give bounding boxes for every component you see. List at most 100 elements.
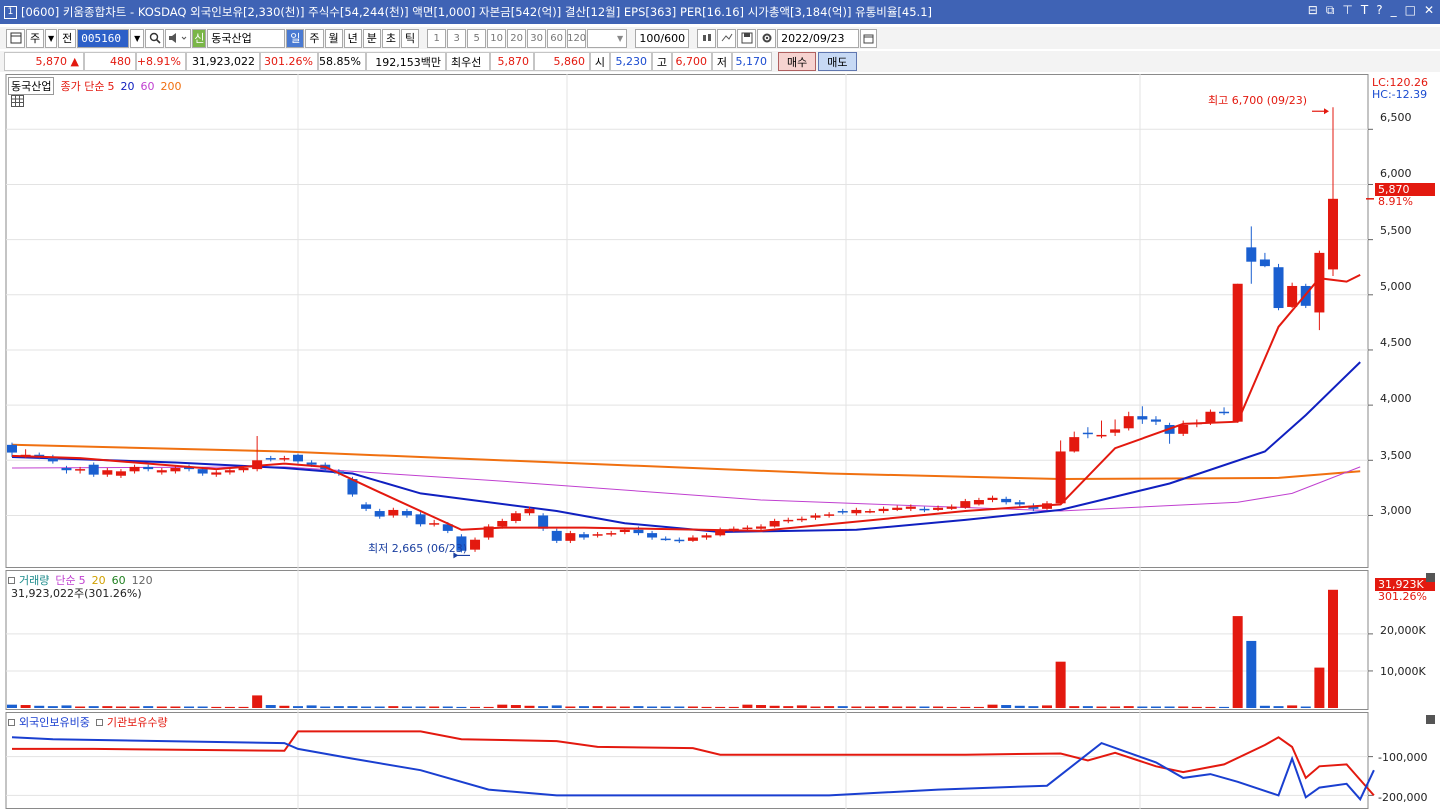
all-button[interactable]: 전 — [58, 28, 77, 48]
stock-name: 동국산업 — [207, 28, 286, 48]
minimize-icon[interactable]: _ — [1391, 3, 1397, 18]
candle-body — [796, 518, 807, 521]
speaker-icon[interactable] — [165, 28, 192, 48]
link-icon[interactable]: ⊟ — [1308, 3, 1318, 18]
candle-body — [1096, 434, 1107, 437]
volume-bar — [1259, 705, 1270, 708]
volume-bar — [660, 706, 671, 708]
volume-bar — [1178, 706, 1189, 708]
grid-toggle-icon[interactable] — [11, 95, 24, 110]
gear-icon[interactable] — [757, 28, 777, 48]
volume-bar — [265, 705, 276, 708]
period-week[interactable]: 주 — [305, 28, 324, 48]
candle-body — [810, 515, 821, 518]
candle-body — [129, 466, 140, 472]
panel-frame — [5, 74, 1369, 568]
hc-label: HC:-12.39 — [1372, 88, 1428, 101]
period-second[interactable]: 초 — [381, 28, 400, 48]
code-dropdown-icon[interactable]: ▼ — [130, 28, 145, 48]
window-number[interactable]: 1 — [4, 5, 17, 19]
period-type-select[interactable]: 주 — [26, 28, 45, 48]
pin-icon[interactable]: ⊤ — [1342, 3, 1352, 18]
ma5-line — [11, 274, 1361, 532]
stock-code-input[interactable]: 005160 — [77, 28, 130, 48]
font-icon[interactable]: T — [1361, 3, 1368, 18]
candle-body — [238, 468, 249, 471]
ma20-legend: 20 — [120, 79, 135, 93]
candle-body — [306, 462, 317, 465]
volume-bar — [1246, 640, 1257, 708]
calendar-icon[interactable] — [860, 28, 878, 48]
candle-body — [1219, 411, 1230, 414]
volume-bar — [252, 695, 263, 708]
interval-60[interactable]: 60 — [547, 28, 567, 48]
period-month[interactable]: 월 — [324, 28, 343, 48]
interval-1[interactable]: 1 — [427, 28, 447, 48]
ask-price: 5,870 — [490, 52, 534, 71]
foreign-ratio-legend: 외국인보유비중 — [19, 716, 90, 729]
interval-120[interactable]: 120 — [567, 28, 586, 48]
close-icon[interactable]: ✕ — [1424, 3, 1434, 18]
period-minute[interactable]: 분 — [362, 28, 381, 48]
legend-box-icon — [8, 576, 15, 584]
period-tick[interactable]: 틱 — [401, 28, 420, 48]
chart-tool-icon[interactable] — [697, 28, 717, 48]
interval-3[interactable]: 3 — [447, 28, 467, 48]
panel-close-icon[interactable] — [1426, 715, 1435, 724]
candle-body — [374, 511, 385, 517]
stock-tag[interactable]: 동국산업 — [8, 77, 55, 95]
volume-bar — [197, 706, 208, 708]
y-tick: 4,500 — [1380, 336, 1412, 349]
period-day[interactable]: 일 — [286, 28, 305, 48]
volume-bar — [973, 706, 984, 708]
candle-body — [824, 514, 835, 516]
price-legend: 동국산업 종가 단순 5 20 60 200 — [8, 77, 181, 95]
legend-box-icon — [95, 718, 103, 726]
holding-legend: 외국인보유비중 기관보유수량 — [8, 714, 168, 730]
maximize-icon[interactable]: □ — [1405, 3, 1416, 18]
sell-button[interactable]: 매도 — [818, 52, 857, 71]
candle-body — [75, 469, 86, 471]
chart-canvas[interactable] — [0, 74, 1440, 809]
interval-10[interactable]: 10 — [487, 28, 507, 48]
volume-bar — [129, 706, 140, 708]
save-icon[interactable] — [737, 28, 757, 48]
interval-30[interactable]: 30 — [527, 28, 547, 48]
high-annotation: 최고 6,700 (09/23) — [1208, 94, 1308, 107]
period-year[interactable]: 년 — [343, 28, 362, 48]
volume-bar — [756, 705, 767, 708]
date-input[interactable]: 2022/09/23 — [777, 28, 860, 48]
candle-body — [1014, 502, 1025, 505]
candle-body — [960, 501, 971, 508]
buy-button[interactable]: 매수 — [778, 52, 817, 71]
help-icon[interactable]: ? — [1376, 3, 1382, 18]
interval-20[interactable]: 20 — [507, 28, 527, 48]
chart-area[interactable]: 동국산업 종가 단순 5 20 60 200 LC:120.26 HC:-12.… — [0, 74, 1440, 809]
compare-icon[interactable] — [717, 28, 737, 48]
search-icon[interactable] — [145, 28, 165, 48]
data-count-input[interactable]: 100/600 — [635, 28, 690, 48]
volume-bar — [401, 706, 412, 708]
candle-body — [687, 537, 698, 541]
volume-bar — [1164, 706, 1175, 708]
candle-body — [892, 507, 903, 510]
layout-icon[interactable] — [6, 28, 25, 48]
candle-body — [279, 458, 290, 460]
volume-bar — [592, 706, 603, 708]
volume-bar — [578, 706, 589, 708]
candle-body — [769, 520, 780, 527]
candle-body — [1137, 416, 1148, 420]
interval-custom-select[interactable]: ▼ — [587, 28, 628, 48]
open-price: 5,230 — [610, 52, 652, 71]
interval-5[interactable]: 5 — [467, 28, 487, 48]
candle-body — [1205, 411, 1216, 423]
y-tick: 3,500 — [1380, 449, 1412, 462]
volume-bar — [224, 706, 235, 708]
volume-bar — [742, 704, 753, 708]
volume-bar — [320, 706, 331, 708]
dropdown-chevron-icon[interactable]: ▼ — [45, 28, 58, 48]
candle-body — [606, 533, 617, 535]
panel-close-icon[interactable] — [1426, 573, 1435, 582]
restore-icon[interactable]: ⧉ — [1326, 3, 1335, 18]
candle-body — [88, 464, 99, 475]
